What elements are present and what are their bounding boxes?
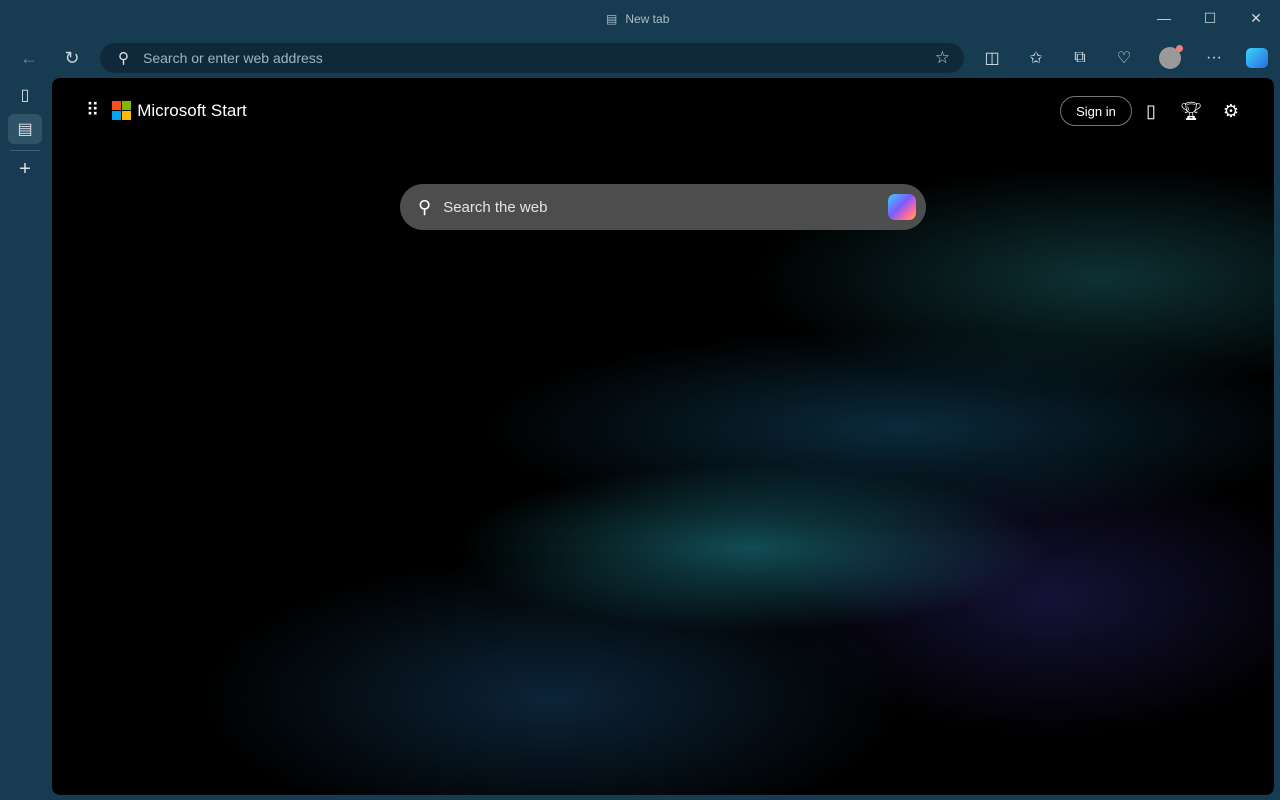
- refresh-button[interactable]: ↻: [58, 44, 86, 72]
- favorite-star-icon[interactable]: ☆: [935, 48, 950, 68]
- tab-actions-icon[interactable]: ▯: [8, 80, 42, 110]
- search-icon: ⚲: [118, 50, 129, 67]
- title-bar: ▤ New tab — ☐ ✕: [0, 0, 1280, 40]
- maximize-button[interactable]: ☐: [1198, 10, 1222, 30]
- new-tab-button[interactable]: +: [8, 154, 42, 184]
- split-screen-button[interactable]: ◫: [978, 44, 1006, 72]
- settings-gear-icon[interactable]: ⚙: [1218, 98, 1244, 124]
- search-icon: ⚲: [418, 196, 432, 217]
- copilot-icon[interactable]: [888, 194, 916, 220]
- web-search-box[interactable]: ⚲ Search the web: [400, 184, 926, 230]
- microsoft-logo-icon: [112, 101, 132, 120]
- back-button[interactable]: ←: [15, 44, 43, 72]
- profile-avatar[interactable]: [1156, 44, 1184, 72]
- divider: [10, 150, 40, 151]
- address-bar[interactable]: ⚲ Search or enter web address ☆: [100, 43, 964, 73]
- collections-button[interactable]: ⧉: [1066, 44, 1094, 72]
- more-menu-button[interactable]: ···: [1200, 44, 1228, 72]
- app-launcher-icon[interactable]: ⠿: [86, 100, 99, 121]
- rewards-trophy-icon[interactable]: 🏆︎: [1178, 98, 1204, 124]
- tab-icon: ▤: [606, 12, 618, 26]
- close-button[interactable]: ✕: [1244, 10, 1268, 30]
- address-input[interactable]: Search or enter web address: [143, 50, 323, 66]
- favorites-button[interactable]: ✩: [1022, 44, 1050, 72]
- web-search-input[interactable]: Search the web: [443, 199, 547, 216]
- copilot-button[interactable]: [1243, 44, 1271, 72]
- new-tab-page: ⠿ Microsoft Start Sign in ▯ 🏆︎ ⚙ ⚲ Searc…: [52, 78, 1274, 795]
- microsoft-start-logo[interactable]: Microsoft Start: [112, 101, 247, 121]
- sign-in-button[interactable]: Sign in: [1060, 96, 1132, 126]
- vertical-tab-new-tab[interactable]: ▤: [8, 114, 42, 144]
- window-title: ▤ New tab: [606, 12, 670, 26]
- minimize-button[interactable]: —: [1152, 10, 1176, 30]
- browser-essentials-button[interactable]: ♡: [1110, 44, 1138, 72]
- mobile-phone-icon[interactable]: ▯: [1138, 98, 1164, 124]
